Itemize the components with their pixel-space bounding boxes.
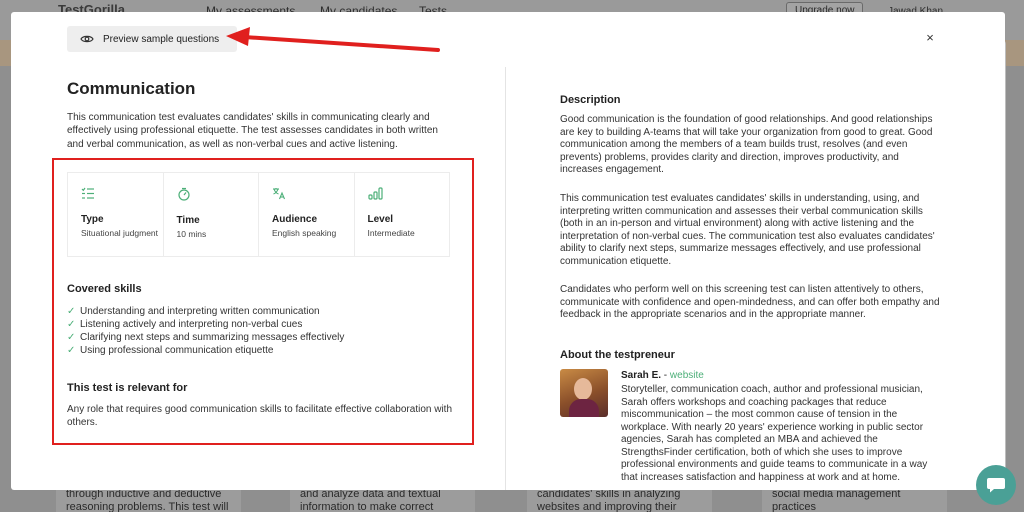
preview-sample-questions-button[interactable]: Preview sample questions xyxy=(67,26,237,52)
testpreneur-bio: Storyteller, communication coach, author… xyxy=(621,384,928,483)
bg-card-text: and analyze data and textual information… xyxy=(300,488,441,512)
name-separator: - xyxy=(661,370,670,381)
close-button[interactable]: × xyxy=(923,31,937,45)
description-paragraph: This communication test evaluates candid… xyxy=(560,193,935,267)
preview-label: Preview sample questions xyxy=(103,33,220,45)
description-heading: Description xyxy=(560,94,621,106)
testpreneur-website-link[interactable]: website xyxy=(670,370,704,381)
chat-bubble-icon xyxy=(987,478,1005,493)
avatar xyxy=(560,369,608,417)
eye-icon xyxy=(80,35,94,43)
test-intro: This communication test evaluates candid… xyxy=(67,112,438,150)
annotation-arrow xyxy=(226,27,440,52)
test-title: Communication xyxy=(67,79,196,98)
bg-card-text: social media management practices and th… xyxy=(772,488,901,512)
description-paragraph: Candidates who perform well on this scre… xyxy=(560,284,940,320)
testpreneur-heading: About the testpreneur xyxy=(560,349,675,361)
test-details-modal: Preview sample questions × Communication… xyxy=(11,12,1005,490)
testpreneur-name-line: Sarah E. - website xyxy=(621,370,704,381)
annotation-highlight-box xyxy=(52,158,474,445)
column-divider xyxy=(505,67,506,490)
chat-button[interactable] xyxy=(976,465,1016,505)
description-paragraph: Good communication is the foundation of … xyxy=(560,114,933,175)
bg-card-text: candidates' skills in analyzing websites… xyxy=(537,488,681,512)
testpreneur-name: Sarah E. xyxy=(621,370,662,381)
bg-card-text: through inductive and deductive reasonin… xyxy=(66,488,229,512)
